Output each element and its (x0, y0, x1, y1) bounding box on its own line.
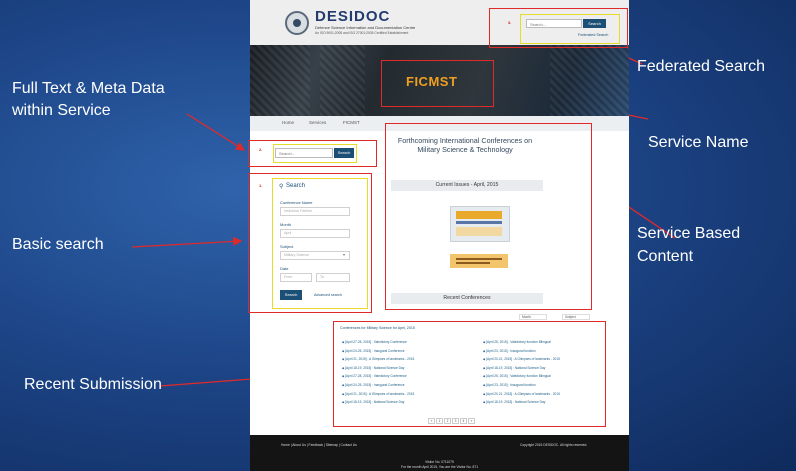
breadcrumb-home[interactable]: Home (282, 120, 294, 125)
arrow-basic (131, 236, 243, 248)
logo-certification: An ISO 9001:2008 and ISO 27001:2005 Cert… (315, 31, 409, 35)
callout-fulltext-line2: within Service (12, 102, 111, 119)
drdo-emblem-icon (285, 11, 309, 35)
sort-month-select[interactable]: Month (519, 314, 547, 320)
highlight-basic-search-inner (272, 178, 368, 309)
highlight-recent-submission (333, 321, 606, 427)
callout-service-content-line2: Content (637, 248, 694, 265)
visitor-counter: Visitor No. 0711075 (425, 460, 454, 464)
breadcrumb-services[interactable]: Services (309, 120, 326, 125)
arrow-fulltext (186, 113, 246, 151)
site-footer: Home | About Us | Feedback | Sitemap | C… (250, 435, 629, 471)
callout-basic-search: Basic search (12, 236, 104, 253)
footer-copyright: Copyright 2015 DESIDOC. All rights reser… (520, 443, 588, 447)
footer-links[interactable]: Home | About Us | Feedback | Sitemap | C… (281, 443, 357, 447)
highlight-service-content (385, 123, 592, 310)
breadcrumb-current: FICMST (343, 120, 360, 125)
logo-subtitle: Defence Science Information and Document… (315, 25, 416, 30)
sort-subject-select[interactable]: Subject (562, 314, 590, 320)
highlight-federated-search-inner (520, 14, 620, 44)
callout-recent-submission: Recent Submission (24, 376, 162, 393)
highlight-service-search-inner (273, 144, 357, 163)
callout-service-content-line1: Service Based (637, 225, 741, 242)
callout-fulltext-line1: Full Text & Meta Data (12, 80, 165, 97)
highlight-service-name (381, 60, 494, 107)
visitor-month-counter: For the month April 2015, You are the Vi… (400, 465, 479, 469)
logo-title: DESIDOC (315, 8, 391, 25)
callout-federated-search: Federated Search (637, 58, 766, 75)
callout-service-name: Service Name (648, 134, 749, 151)
